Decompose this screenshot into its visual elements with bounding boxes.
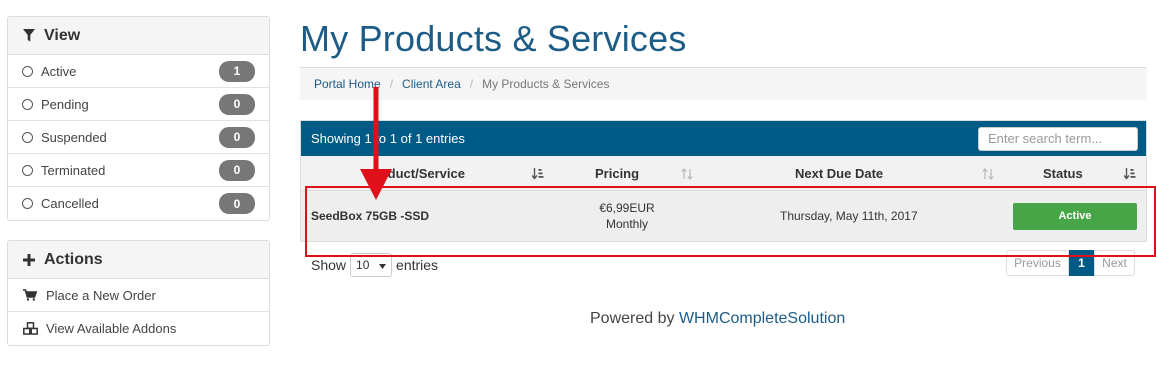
cart-icon xyxy=(22,289,38,301)
cubes-icon xyxy=(22,322,38,335)
action-label: Place a New Order xyxy=(46,287,156,303)
footer-link[interactable]: WHMCompleteSolution xyxy=(679,310,845,327)
show-label: Show xyxy=(311,257,347,273)
actions-panel-title: Actions xyxy=(44,250,103,268)
filter-label: Pending xyxy=(41,96,89,112)
actions-panel: Actions Place a New Order View Available… xyxy=(7,240,270,346)
action-label: View Available Addons xyxy=(46,321,177,336)
filter-label: Active xyxy=(41,63,77,79)
entries-label: entries xyxy=(396,257,439,273)
table-toolbar: Showing 1 to 1 of 1 entries xyxy=(301,121,1146,156)
filter-cancelled[interactable]: Cancelled 0 xyxy=(8,187,269,220)
circle-icon xyxy=(22,131,33,143)
count-badge: 0 xyxy=(219,159,255,181)
breadcrumb-portal-home[interactable]: Portal Home xyxy=(314,77,381,91)
breadcrumb-current: My Products & Services xyxy=(482,77,610,91)
count-badge: 0 xyxy=(219,126,255,148)
breadcrumb-client-area[interactable]: Client Area xyxy=(402,77,461,91)
circle-icon xyxy=(22,198,33,209)
action-view-addons[interactable]: View Available Addons xyxy=(8,312,269,345)
circle-icon xyxy=(22,65,33,77)
filter-label: Terminated xyxy=(41,162,106,178)
breadcrumb-separator: / xyxy=(389,77,394,91)
filter-terminated[interactable]: Terminated 0 xyxy=(8,154,269,187)
plus-icon xyxy=(22,253,36,266)
footer-prefix: Powered by xyxy=(590,310,675,327)
circle-icon xyxy=(22,164,33,176)
footer: Powered by WHMCompleteSolution xyxy=(590,310,845,328)
view-panel: View Active 1 Pending 0 Suspended 0 Term… xyxy=(7,16,270,221)
search-input[interactable] xyxy=(978,126,1138,151)
count-badge: 0 xyxy=(219,93,255,115)
count-badge: 0 xyxy=(219,193,255,214)
page-title: My Products & Services xyxy=(300,18,687,59)
caret-down-icon xyxy=(379,258,387,272)
circle-icon xyxy=(22,98,33,110)
breadcrumb-separator: / xyxy=(469,77,474,91)
breadcrumb: Portal Home / Client Area / My Products … xyxy=(300,67,1147,100)
view-panel-title: View xyxy=(44,26,81,44)
annotation-highlight-box xyxy=(305,186,1156,257)
table-info: Showing 1 to 1 of 1 entries xyxy=(311,131,465,146)
view-panel-header: View xyxy=(8,17,269,55)
filter-active[interactable]: Active 1 xyxy=(8,55,269,88)
filter-label: Cancelled xyxy=(41,196,99,211)
count-badge: 1 xyxy=(219,60,255,82)
filter-pending[interactable]: Pending 0 xyxy=(8,88,269,121)
entries-select-value: 10 xyxy=(356,258,370,272)
filter-label: Suspended xyxy=(41,129,107,145)
action-place-new-order[interactable]: Place a New Order xyxy=(8,279,269,312)
actions-panel-header: Actions xyxy=(8,241,269,279)
filter-icon xyxy=(22,29,36,42)
filter-suspended[interactable]: Suspended 0 xyxy=(8,121,269,154)
